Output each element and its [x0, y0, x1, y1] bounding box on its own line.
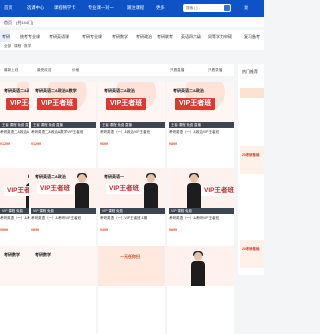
sidebar-ad-banner[interactable]: 20考研基础 [240, 146, 264, 174]
course-thumbnail: 考研英语一 VIP王者班 [98, 168, 165, 208]
thumb-headline: 考研数学 [35, 252, 51, 257]
course-card[interactable]: 考研英语二&政治&数学 VIP王者班 王者 课程 免费 直播 考研英语二&政治&… [29, 82, 96, 170]
thumb-banner: VIP王者班 [106, 184, 142, 194]
course-tags: 王者 课程 免费 直播 [31, 122, 96, 128]
course-price: ¥899 [169, 228, 177, 232]
filter-option[interactable]: 全部 [4, 44, 11, 49]
teacher-photo [187, 173, 201, 208]
course-title[interactable]: 考研英语（一）VIP王者班-1期 [100, 216, 163, 221]
course-price: ¥499 [100, 228, 108, 232]
teacher-photo [191, 251, 205, 286]
course-card[interactable]: VIP王者班 VIP 课程 免费 考研英语（一）&考研VIP王者班 ¥899 [167, 168, 234, 256]
nav-follow-courses[interactable]: 跟注课程 [127, 5, 144, 11]
course-tags: 王者 课程 免费 直播 [169, 122, 234, 128]
course-card[interactable]: 考研数学 [29, 246, 96, 334]
filter-option[interactable]: 课程 [14, 44, 21, 49]
filter-option[interactable]: 数学 [24, 44, 31, 49]
course-card[interactable]: 考研英语二&政治 VIP王者班 王者 课程 免费 直播 考研英语（一）&政治VI… [167, 82, 234, 170]
search-placeholder: 搜索 ( ) , [186, 5, 200, 10]
course-card[interactable] [167, 246, 234, 334]
sidebar-ad[interactable] [240, 88, 264, 98]
course-title[interactable]: 考研英语（一）&政治VIP王者班 [100, 130, 163, 135]
category-tab[interactable]: 考研政治 [136, 34, 152, 40]
sort-latest[interactable]: 最新上线 [4, 68, 18, 73]
sidebar-ad-banner[interactable]: 20考研基础 [240, 240, 264, 268]
search-icon[interactable] [224, 5, 230, 11]
breadcrumb-home[interactable]: 首页 [4, 20, 12, 26]
thumb-headline: 考研英语一 [104, 174, 124, 179]
course-thumbnail [167, 246, 234, 286]
course-thumbnail: 考研英语二&政治 VIP王者班 [167, 82, 234, 122]
course-thumbnail: 考研英语二&政治&数学 VIP王者班 [29, 82, 96, 122]
teacher-photo [75, 173, 89, 208]
thumb-headline: 考研数学 [4, 252, 20, 257]
category-tab[interactable]: 考研 [2, 34, 10, 40]
course-thumbnail: 考研英语二&政治 VIP王者班 [29, 168, 96, 208]
course-price: ¥1299 [0, 142, 10, 146]
sidebar-ad-text: 20考研基础 [242, 153, 260, 157]
sidebar-ad-text: 20考研基础 [242, 247, 260, 251]
course-title[interactable]: 考研英语（一）&考研VIP王者班 [169, 216, 232, 221]
course-price: ¥1299 [31, 142, 41, 146]
course-title[interactable]: 考研英语（一）&政治VIP王者班 [169, 130, 232, 135]
category-tab[interactable]: 复习备考 [244, 34, 260, 40]
category-tab[interactable]: 英语四六级 [181, 34, 201, 40]
course-card[interactable]: 考研英语一 VIP王者班 VIP 课程 免费 考研英语（一）VIP王者班-1期 … [98, 168, 165, 256]
category-tabs: 考研 统考专业课 考研英语课 考研专业课 考研数学 考研政治 考研联考 英语四六… [0, 30, 264, 42]
sort-bar: 最新上线 最受欢迎 价格 只看直播 只看录播 [0, 64, 234, 76]
category-tab[interactable]: 考研专业课 [82, 34, 102, 40]
recommend-sidebar: 热门推荐 20考研基础 20考研基础 [238, 64, 264, 275]
nav-one-on-one[interactable]: 专业课一对一 [88, 5, 114, 11]
category-tab[interactable]: 同等学力申硕 [208, 34, 232, 40]
category-tab[interactable]: 考研数学 [112, 34, 128, 40]
sort-price[interactable]: 价格 [72, 68, 79, 73]
thumb-headline: 考研英语二&政治&数学 [35, 88, 77, 93]
user-avatar[interactable]: 我 [244, 5, 248, 11]
course-tags: 王者 课程 免费 直播 [100, 122, 165, 128]
course-card[interactable]: 考研英语二&政治 VIP王者班 VIP 课程 免费 考研英语（一）&考研VIP王… [29, 168, 96, 256]
course-tags: VIP 课程 免费 [31, 208, 96, 214]
thumb-banner: VIP王者班 [175, 98, 216, 110]
course-thumbnail: 考研英语二&政治 VIP王者班 [98, 82, 165, 122]
filter-subrow: 全部 课程 数学 [0, 42, 264, 50]
nav-more[interactable]: 更多 [156, 5, 165, 11]
course-card[interactable]: 考研英语二&政治 VIP王者班 王者 课程 免费 直播 考研英语（一）&政治VI… [98, 82, 165, 170]
thumb-banner: VIP王者班 [37, 98, 78, 110]
course-title[interactable]: 考研英语（一）&考研VIP王者班 [31, 216, 94, 221]
thumb-banner: VIP王者班 [106, 98, 147, 110]
search-input[interactable]: 搜索 ( ) , [183, 4, 231, 12]
thumb-banner: VIP王者班 [37, 184, 73, 194]
course-price: ¥899 [169, 142, 177, 146]
course-price: ¥899 [0, 228, 8, 232]
teacher-photo [144, 173, 158, 208]
nav-course-center[interactable]: 选课中心 [27, 5, 44, 11]
thumb-banner: VIP王者班 [201, 186, 234, 196]
thumb-headline: 考研英语二&政治 [173, 88, 204, 93]
nav-home[interactable]: 首页 [4, 5, 13, 11]
top-navigation-bar: 首页 选课中心 课程畅学卡 专业课一对一 跟注课程 更多 搜索 ( ) , 我 [0, 0, 264, 17]
category-tab[interactable]: 考研联考 [157, 34, 173, 40]
category-tab[interactable]: 统考专业课 [20, 34, 40, 40]
category-tab[interactable]: 考研英语课 [49, 34, 69, 40]
course-tags: VIP 课程 免费 [100, 208, 165, 214]
thumb-headline: 考研英语二&政治 [35, 174, 66, 179]
course-card[interactable]: 一元任你扫 [98, 246, 165, 334]
course-tags: VIP 课程 免费 [169, 208, 234, 214]
course-title[interactable]: 考研英语二&政治&数学VIP王者班 [31, 130, 94, 135]
course-thumbnail: 一元任你扫 [98, 246, 165, 286]
course-thumbnail: 考研数学 [29, 246, 96, 286]
breadcrumb-count: (共144门) [16, 20, 34, 25]
sort-popular[interactable]: 最受欢迎 [37, 68, 51, 73]
filter-recorded-only[interactable]: 只看录播 [208, 68, 222, 73]
nav-study-card[interactable]: 课程畅学卡 [54, 5, 75, 11]
course-thumbnail: VIP王者班 [167, 168, 234, 208]
breadcrumb: 首页 (共144门) [0, 17, 264, 27]
course-price: ¥699 [100, 142, 108, 146]
filter-live-only[interactable]: 只看直播 [170, 68, 184, 73]
course-price: ¥899 [31, 228, 39, 232]
thumb-headline: 一元任你扫 [120, 254, 140, 259]
thumb-headline: 考研英语二&政治 [104, 88, 135, 93]
sidebar-title: 热门推荐 [242, 69, 258, 74]
